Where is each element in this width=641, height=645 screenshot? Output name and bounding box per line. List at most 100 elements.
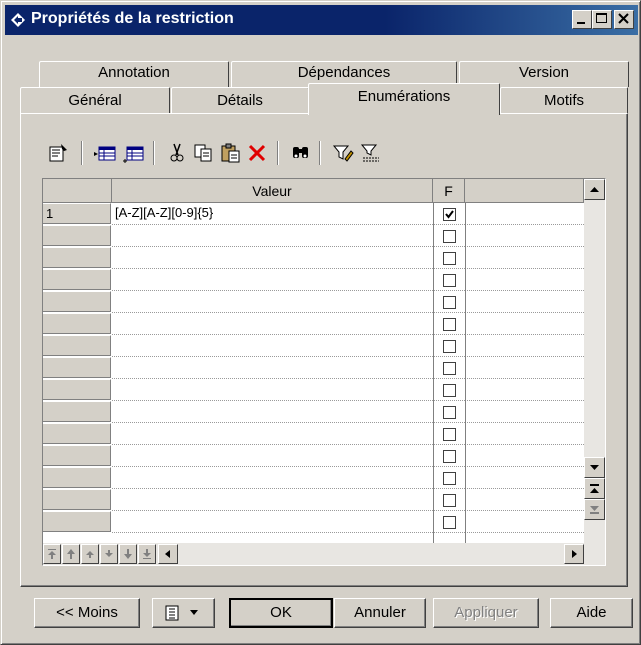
flag-checkbox[interactable] — [443, 472, 456, 485]
flag-checkbox[interactable] — [443, 296, 456, 309]
extra-cell[interactable] — [465, 445, 584, 467]
scroll-left-button[interactable] — [158, 544, 178, 564]
extra-cell[interactable] — [465, 423, 584, 445]
copy-icon[interactable] — [191, 141, 215, 165]
column-header-flag[interactable]: F — [433, 179, 465, 203]
value-cell[interactable] — [112, 225, 433, 247]
extra-cell[interactable] — [465, 313, 584, 335]
row-header[interactable] — [43, 291, 111, 312]
add-row-icon[interactable] — [121, 141, 145, 165]
extra-cell[interactable] — [465, 203, 584, 225]
value-cell[interactable] — [112, 401, 433, 423]
extra-cell[interactable] — [465, 335, 584, 357]
flag-checkbox[interactable] — [443, 274, 456, 287]
row-header[interactable] — [43, 467, 111, 488]
extra-cell[interactable] — [465, 401, 584, 423]
flag-checkbox[interactable] — [443, 516, 456, 529]
value-cell[interactable] — [112, 489, 433, 511]
vertical-scrollbar[interactable] — [584, 179, 605, 543]
maximize-button[interactable] — [592, 10, 612, 29]
flag-checkbox[interactable] — [443, 406, 456, 419]
row-header[interactable] — [43, 401, 111, 422]
extra-cell[interactable] — [465, 511, 584, 533]
flag-checkbox[interactable] — [443, 208, 456, 221]
flag-checkbox[interactable] — [443, 318, 456, 331]
tab-annotation[interactable]: Annotation — [39, 61, 229, 87]
flag-checkbox[interactable] — [443, 252, 456, 265]
row-header[interactable] — [43, 335, 111, 356]
extra-cell[interactable] — [465, 379, 584, 401]
row-header[interactable] — [43, 423, 111, 444]
row-header[interactable] — [43, 511, 111, 532]
row-header[interactable] — [43, 445, 111, 466]
move-down-button[interactable] — [100, 544, 118, 564]
value-cell[interactable] — [112, 247, 433, 269]
tab-enumerations[interactable]: Enumérations — [308, 83, 500, 115]
title-bar[interactable]: Propriétés de la restriction — [5, 5, 638, 35]
scroll-down-button[interactable] — [584, 457, 605, 478]
scroll-right-button[interactable] — [564, 544, 584, 564]
insert-row-icon[interactable] — [93, 141, 117, 165]
extra-cell[interactable] — [465, 489, 584, 511]
value-cell[interactable] — [112, 379, 433, 401]
scroll-bottom-button[interactable] — [584, 499, 605, 520]
row-header[interactable] — [43, 225, 111, 246]
value-cell[interactable]: [A-Z][A-Z][0-9]{5} — [112, 203, 433, 225]
value-cell[interactable] — [112, 511, 433, 533]
flag-checkbox[interactable] — [443, 340, 456, 353]
row-header[interactable] — [43, 313, 111, 334]
scroll-up-button[interactable] — [584, 179, 605, 200]
close-button[interactable] — [614, 10, 634, 29]
move-page-down-button[interactable] — [119, 544, 137, 564]
value-cell[interactable] — [112, 269, 433, 291]
flag-checkbox[interactable] — [443, 384, 456, 397]
properties-icon[interactable] — [47, 141, 71, 165]
tab-details[interactable]: Détails — [171, 87, 309, 114]
extra-cell[interactable] — [465, 247, 584, 269]
value-cell[interactable] — [112, 313, 433, 335]
cut-icon[interactable] — [165, 141, 189, 165]
row-header[interactable] — [43, 269, 111, 290]
row-header[interactable] — [43, 489, 111, 510]
filter-icon[interactable] — [331, 141, 355, 165]
value-cell[interactable] — [112, 357, 433, 379]
paste-icon[interactable] — [219, 141, 243, 165]
flag-checkbox[interactable] — [443, 362, 456, 375]
minimize-button[interactable] — [572, 10, 592, 29]
row-header[interactable] — [43, 357, 111, 378]
list-menu-button[interactable] — [152, 598, 215, 628]
value-cell[interactable] — [112, 467, 433, 489]
cancel-button[interactable]: Annuler — [334, 598, 426, 628]
ok-button[interactable]: OK — [229, 598, 333, 628]
scroll-top-button[interactable] — [584, 478, 605, 499]
value-cell[interactable] — [112, 423, 433, 445]
flag-checkbox[interactable] — [443, 494, 456, 507]
enumerations-grid[interactable]: Valeur F 1 [A-Z][A-Z][0-9]{5} — [42, 178, 606, 566]
flag-checkbox[interactable] — [443, 230, 456, 243]
row-header[interactable] — [43, 379, 111, 400]
move-to-top-button[interactable] — [43, 544, 61, 564]
clear-filter-icon[interactable] — [359, 141, 383, 165]
value-cell[interactable] — [112, 445, 433, 467]
value-cell[interactable] — [112, 335, 433, 357]
value-cell[interactable] — [112, 291, 433, 313]
row-header[interactable]: 1 — [43, 203, 111, 224]
find-icon[interactable] — [289, 141, 313, 165]
flag-checkbox[interactable] — [443, 428, 456, 441]
extra-cell[interactable] — [465, 269, 584, 291]
extra-cell[interactable] — [465, 291, 584, 313]
move-to-bottom-button[interactable] — [138, 544, 156, 564]
extra-cell[interactable] — [465, 467, 584, 489]
column-header-value[interactable]: Valeur — [112, 179, 433, 203]
delete-icon[interactable] — [245, 141, 269, 165]
apply-button[interactable]: Appliquer — [433, 598, 539, 628]
extra-cell[interactable] — [465, 357, 584, 379]
move-page-up-button[interactable] — [62, 544, 80, 564]
tab-motifs[interactable]: Motifs — [500, 87, 628, 114]
tab-general[interactable]: Général — [20, 87, 170, 114]
flag-checkbox[interactable] — [443, 450, 456, 463]
row-header[interactable] — [43, 247, 111, 268]
help-button[interactable]: Aide — [550, 598, 633, 628]
column-header-extra[interactable] — [465, 179, 584, 203]
less-button[interactable]: << Moins — [34, 598, 140, 628]
